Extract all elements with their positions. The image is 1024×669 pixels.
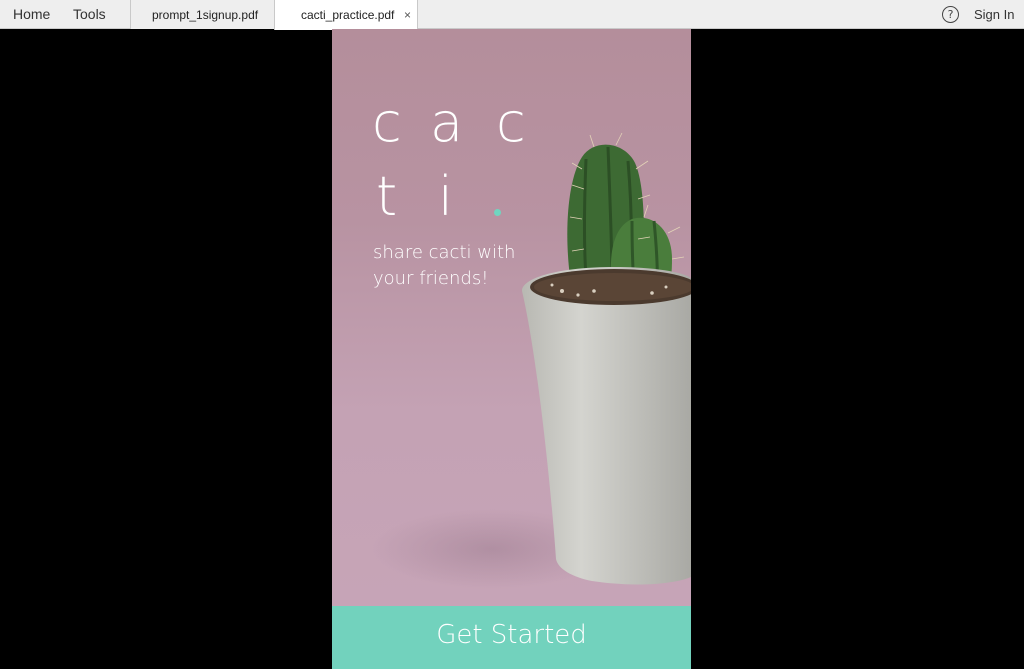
tab-cacti-practice[interactable]: cacti_practice.pdf × bbox=[274, 0, 418, 30]
tab-label: cacti_practice.pdf bbox=[301, 8, 395, 22]
logo-line-1: cac bbox=[372, 91, 526, 154]
app-toolbar: Home Tools prompt_1signup.pdf cacti_prac… bbox=[0, 0, 1024, 30]
close-tab-icon[interactable]: × bbox=[404, 0, 411, 30]
tab-prompt-1signup[interactable]: prompt_1signup.pdf bbox=[130, 0, 274, 29]
tools-menu[interactable]: Tools bbox=[73, 0, 106, 28]
logo-letter: c bbox=[372, 91, 402, 154]
tagline: share cacti with your friends! bbox=[373, 242, 516, 289]
sign-in-link[interactable]: Sign In bbox=[974, 0, 1014, 29]
tab-label: prompt_1signup.pdf bbox=[152, 8, 259, 22]
home-menu[interactable]: Home bbox=[13, 0, 50, 28]
get-started-button[interactable]: Get Started bbox=[332, 606, 691, 669]
pdf-page: cac ti share cacti with your friends! Ge… bbox=[332, 29, 691, 669]
logo-line-2: ti bbox=[372, 165, 453, 228]
logo-letter: i bbox=[438, 165, 454, 228]
logo-letter: a bbox=[430, 91, 464, 154]
logo-letter: t bbox=[376, 165, 398, 228]
help-icon[interactable]: ? bbox=[942, 6, 959, 23]
logo-letter: c bbox=[496, 91, 526, 154]
logo-dot bbox=[494, 209, 501, 216]
